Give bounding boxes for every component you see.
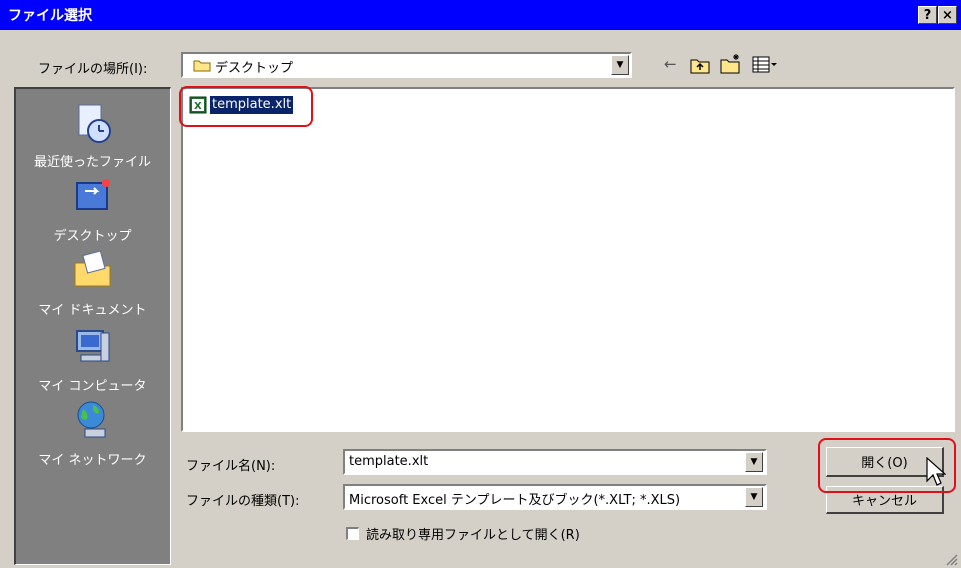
look-in-value: デスクトップ [215, 61, 294, 76]
up-folder-icon[interactable] [690, 56, 710, 74]
window-title: ファイル選択 [8, 8, 92, 24]
desktop-icon [75, 179, 110, 210]
file-list[interactable]: X template.xlt [181, 87, 955, 432]
highlight-file [179, 86, 313, 127]
look-in-dropdown-button[interactable]: ▼ [611, 55, 629, 75]
filename-dropdown-button[interactable]: ▼ [745, 452, 763, 472]
recent-documents-icon [78, 104, 111, 143]
my-documents-icon [74, 250, 110, 287]
filename-input[interactable]: template.xlt ▼ [343, 449, 767, 475]
filename-value: template.xlt [349, 454, 429, 469]
places-my-computer-label: マイ コンピュータ [38, 379, 147, 394]
places-my-documents[interactable]: マイ ドキュメント [16, 249, 169, 318]
filetype-label: ファイルの種類(T): [186, 494, 300, 509]
places-bar: 最近使ったファイル デスクトップ マイ ドキュメント マイ コンピュータ マイ … [14, 87, 171, 565]
filetype-select[interactable]: Microsoft Excel テンプレート及びブック(*.XLT; *.XLS… [343, 484, 767, 510]
back-arrow-icon[interactable]: ← [664, 55, 677, 73]
look-in-label: ファイルの場所(I): [38, 62, 148, 77]
my-network-icon [77, 401, 105, 438]
filetype-dropdown-button[interactable]: ▼ [745, 487, 763, 507]
filetype-value: Microsoft Excel テンプレート及びブック(*.XLT; *.XLS… [349, 493, 681, 508]
places-desktop-label: デスクトップ [53, 229, 132, 244]
readonly-checkbox[interactable] [346, 527, 359, 540]
places-my-network[interactable]: マイ ネットワーク [16, 399, 169, 468]
view-menu-icon[interactable] [752, 56, 778, 74]
places-my-computer[interactable]: マイ コンピュータ [16, 325, 169, 394]
places-desktop[interactable]: デスクトップ [16, 175, 169, 244]
title-bar [0, 0, 961, 30]
filename-label: ファイル名(N): [186, 459, 276, 474]
new-folder-icon[interactable] [720, 53, 742, 74]
places-recent-label: 最近使ったファイル [33, 155, 151, 170]
look-in-combo[interactable]: デスクトップ ▼ [181, 52, 632, 78]
places-my-network-label: マイ ネットワーク [38, 453, 147, 468]
places-recent[interactable]: 最近使ったファイル [16, 101, 169, 170]
help-button[interactable]: ? [918, 6, 937, 24]
places-my-documents-label: マイ ドキュメント [38, 303, 147, 318]
readonly-label[interactable]: 読み取り専用ファイルとして開く(R) [366, 524, 580, 543]
close-button[interactable]: × [938, 6, 957, 24]
folder-icon [193, 60, 211, 72]
my-computer-icon [75, 330, 109, 362]
resize-grip-icon[interactable] [944, 552, 958, 566]
mouse-cursor-icon [926, 457, 946, 486]
